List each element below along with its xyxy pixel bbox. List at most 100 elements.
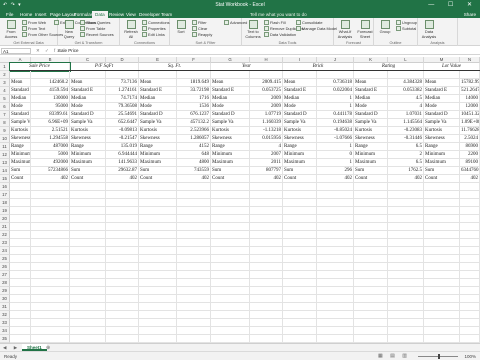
cell[interactable] <box>283 255 317 263</box>
cell[interactable] <box>211 207 250 215</box>
cell[interactable]: Sample Va <box>139 119 177 127</box>
cell[interactable]: Kurtosis <box>354 127 388 135</box>
cell[interactable] <box>317 191 354 199</box>
cell[interactable]: Kurtosis <box>283 127 317 135</box>
data-analysis-button[interactable]: Data Analysis <box>420 20 438 39</box>
recent-sources-button[interactable]: Recent Sources <box>80 32 114 37</box>
cell[interactable] <box>283 295 317 303</box>
tab-file[interactable]: File <box>3 11 16 18</box>
cell[interactable] <box>211 263 250 271</box>
cell[interactable] <box>354 71 388 79</box>
cell[interactable] <box>317 239 354 247</box>
cell[interactable] <box>460 279 480 287</box>
cell[interactable]: Sum <box>424 167 460 175</box>
cell[interactable]: Sum <box>10 167 31 175</box>
cell[interactable] <box>283 311 317 319</box>
row-header-25[interactable]: 25 <box>0 255 10 263</box>
cell[interactable] <box>70 303 106 311</box>
cell[interactable]: Median <box>283 95 317 103</box>
cell[interactable] <box>211 247 250 255</box>
cell[interactable]: Range <box>354 143 388 151</box>
refresh-all-button[interactable]: Refresh All <box>122 20 140 39</box>
row-header-6[interactable]: 6 <box>0 103 10 111</box>
cell[interactable] <box>177 191 211 199</box>
cell[interactable]: Maximum <box>283 159 317 167</box>
cell[interactable] <box>211 311 250 319</box>
cell[interactable] <box>106 207 139 215</box>
cell[interactable] <box>317 279 354 287</box>
cell[interactable] <box>31 295 70 303</box>
cell[interactable]: 0.015956 <box>250 135 283 143</box>
row-header-18[interactable]: 18 <box>0 199 10 207</box>
formula-input[interactable]: Sale Price <box>56 48 476 54</box>
from-text-button[interactable]: From Text <box>22 26 45 31</box>
cell[interactable]: 130000 <box>31 95 70 103</box>
cell[interactable]: Maximum <box>424 159 460 167</box>
cell[interactable] <box>388 287 424 295</box>
cell[interactable] <box>106 287 139 295</box>
cell[interactable] <box>31 247 70 255</box>
cell[interactable]: 74.7174 <box>106 95 139 103</box>
cell[interactable] <box>283 319 317 327</box>
cell[interactable]: 33.72198 <box>177 87 211 95</box>
cell[interactable] <box>106 271 139 279</box>
cell[interactable] <box>139 263 177 271</box>
cell[interactable]: 1.07719 <box>250 111 283 119</box>
cell[interactable] <box>139 199 177 207</box>
cell[interactable]: Standard E <box>354 87 388 95</box>
cell[interactable] <box>250 207 283 215</box>
cell[interactable] <box>211 287 250 295</box>
cell[interactable]: 4.384328 <box>388 79 424 87</box>
cell[interactable] <box>354 287 388 295</box>
cell[interactable] <box>460 271 480 279</box>
cell[interactable]: Sample Va <box>70 119 106 127</box>
cell[interactable] <box>177 303 211 311</box>
cell[interactable] <box>460 183 480 191</box>
cell[interactable] <box>177 255 211 263</box>
cell[interactable]: Maximum <box>139 159 177 167</box>
cell[interactable] <box>177 215 211 223</box>
cell[interactable] <box>106 239 139 247</box>
cell[interactable]: Sample Va <box>10 119 31 127</box>
cell[interactable]: Kurtosis <box>211 127 250 135</box>
cell[interactable] <box>354 199 388 207</box>
cell[interactable]: 648 <box>177 151 211 159</box>
cell[interactable] <box>388 303 424 311</box>
cell[interactable] <box>460 247 480 255</box>
cell[interactable]: 402 <box>388 175 424 183</box>
cell[interactable]: Standard E <box>10 87 31 95</box>
cell[interactable] <box>388 231 424 239</box>
cell[interactable] <box>283 303 317 311</box>
cell[interactable]: 2009 <box>250 103 283 111</box>
cell[interactable]: 296 <box>317 167 354 175</box>
cell[interactable] <box>70 287 106 295</box>
row-header-4[interactable]: 4 <box>0 87 10 95</box>
cell[interactable] <box>388 199 424 207</box>
cell[interactable] <box>139 255 177 263</box>
cell[interactable] <box>10 183 31 191</box>
cell[interactable] <box>10 239 31 247</box>
cell[interactable] <box>177 263 211 271</box>
cell[interactable] <box>250 247 283 255</box>
cell[interactable] <box>424 207 460 215</box>
cell[interactable] <box>177 247 211 255</box>
consolidate-button[interactable]: Consolidate <box>296 20 323 25</box>
cell[interactable] <box>250 71 283 79</box>
cell[interactable] <box>388 183 424 191</box>
cell[interactable] <box>31 223 70 231</box>
cell[interactable]: 1 <box>317 95 354 103</box>
cell[interactable] <box>424 215 460 223</box>
cell[interactable] <box>460 327 480 335</box>
cell[interactable]: Count <box>70 175 106 183</box>
cell[interactable]: Skewness <box>283 135 317 143</box>
cell[interactable]: Median <box>70 95 106 103</box>
cell[interactable] <box>250 271 283 279</box>
show-queries-button[interactable]: Show Queries <box>80 20 110 25</box>
cell[interactable] <box>424 223 460 231</box>
cell[interactable]: 2.523966 <box>177 127 211 135</box>
cell[interactable]: Skewness <box>354 135 388 143</box>
cell[interactable] <box>317 303 354 311</box>
cell[interactable]: 6.944444 <box>106 151 139 159</box>
zoom-slider-thumb[interactable] <box>438 354 440 359</box>
cell[interactable]: 402 <box>31 175 70 183</box>
